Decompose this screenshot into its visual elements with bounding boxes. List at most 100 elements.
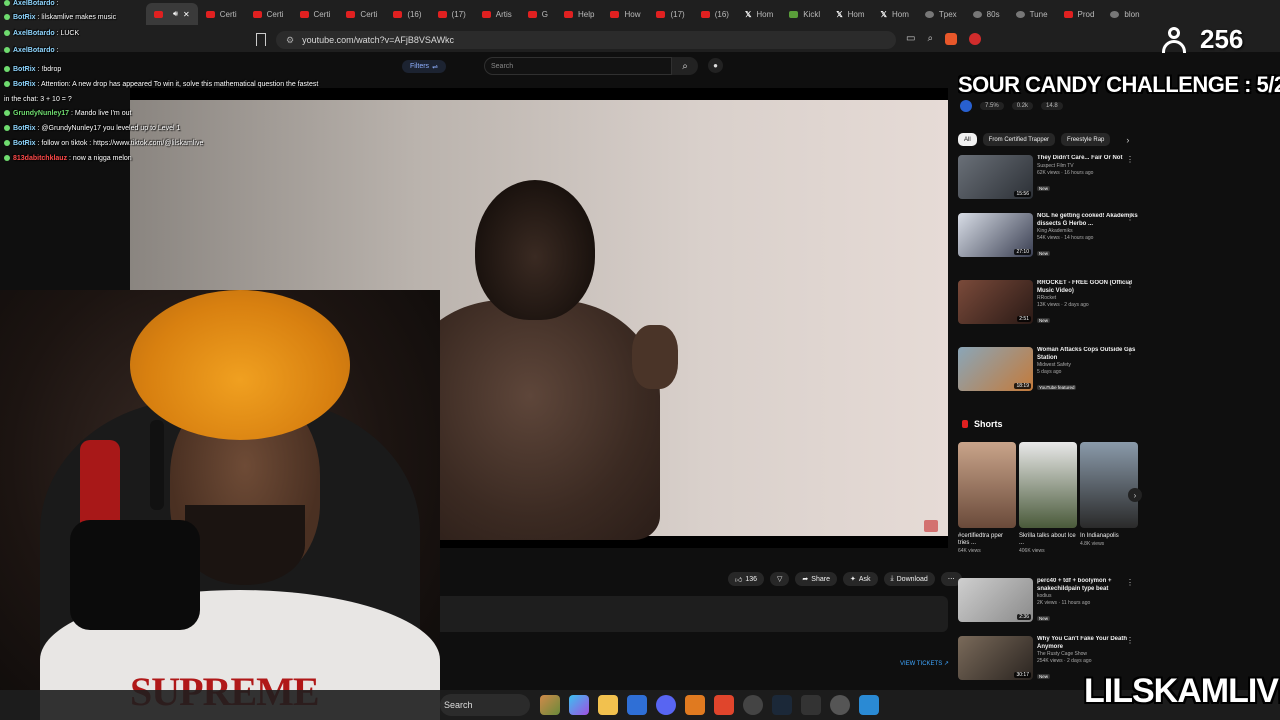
- download-button[interactable]: ⤓ Download: [883, 572, 935, 586]
- app-icon-2[interactable]: [801, 695, 821, 715]
- steam-icon[interactable]: [772, 695, 792, 715]
- app-icon[interactable]: [685, 695, 705, 715]
- more-vert-icon[interactable]: ⋮: [1126, 578, 1134, 587]
- chat-username[interactable]: BotRix: [13, 140, 36, 147]
- copilot-icon[interactable]: [569, 695, 589, 715]
- dislike-button[interactable]: ▽: [770, 572, 790, 586]
- video-title[interactable]: perc40 + tdf + boolymon + snakechildpain…: [1037, 578, 1138, 593]
- recommended-video[interactable]: 15:56 They Didn't Care... Fair Or Not Susp…: [958, 155, 1138, 199]
- short-title[interactable]: Skrilla talks about Ice ...: [1019, 533, 1077, 547]
- recommended-video[interactable]: 18:19 Woman Attacks Cops Outside Gas Stat…: [958, 347, 1138, 391]
- chat-username[interactable]: AxelBotardo: [13, 30, 55, 37]
- app-icon-3[interactable]: [830, 695, 850, 715]
- recommended-video[interactable]: 27:10 NGL he getting cooked! Akademiks di…: [958, 213, 1138, 257]
- browser-tab[interactable]: Certi: [245, 3, 292, 25]
- description-box[interactable]: [412, 596, 948, 632]
- browser-tab[interactable]: G: [520, 3, 556, 25]
- browser-tab[interactable]: 𝕏 Hom: [828, 3, 872, 25]
- zoom-icon[interactable]: ⌕: [927, 33, 933, 45]
- view-tickets-link[interactable]: VIEW TICKETS ↗: [900, 660, 949, 667]
- url-field[interactable]: ⚙ youtube.com/watch?v=AFjB8VSAWkc: [276, 31, 896, 49]
- video-title[interactable]: NGL he getting cooked! Akademiks dissect…: [1037, 213, 1138, 228]
- channel-name[interactable]: The Rusty Cage Show: [1037, 651, 1138, 658]
- share-button[interactable]: ➦ Share: [795, 572, 837, 586]
- browser-tab[interactable]: How: [602, 3, 648, 25]
- video-title[interactable]: Why You Can't Fake Your Death Anymore: [1037, 636, 1138, 651]
- chat-username[interactable]: BotRix: [13, 125, 36, 132]
- recommended-video[interactable]: 2:51 RROCKET - FREE GOON (Official Music …: [958, 280, 1138, 324]
- speaker-icon[interactable]: 🔊︎: [173, 9, 178, 19]
- store-icon[interactable]: [627, 695, 647, 715]
- chat-username[interactable]: AxelBotardo: [13, 0, 55, 7]
- close-icon[interactable]: ✕: [183, 10, 190, 19]
- file-explorer-icon[interactable]: [598, 695, 618, 715]
- like-button[interactable]: 👍︎ 136: [728, 572, 765, 586]
- filter-chip[interactable]: Freestyle Rap: [1061, 133, 1111, 146]
- more-vert-icon[interactable]: ⋮: [1126, 155, 1134, 164]
- bookmark-icon[interactable]: [256, 33, 266, 46]
- browser-tab[interactable]: Certi: [338, 3, 385, 25]
- browser-tab[interactable]: Kickl: [781, 3, 828, 25]
- brave-shield-icon[interactable]: [945, 33, 958, 45]
- browser-tab[interactable]: Help: [556, 3, 602, 25]
- more-vert-icon[interactable]: ⋮: [1126, 636, 1134, 645]
- more-vert-icon[interactable]: ⋮: [1126, 213, 1134, 222]
- channel-name[interactable]: Midwest Safety: [1037, 362, 1138, 369]
- channel-name[interactable]: RRocket: [1037, 295, 1138, 302]
- video-thumbnail[interactable]: 18:19: [958, 347, 1033, 391]
- video-thumbnail[interactable]: 30:17: [958, 636, 1033, 680]
- site-info-icon[interactable]: ⚙: [286, 35, 294, 46]
- browser-tab[interactable]: Prod: [1056, 3, 1103, 25]
- browser-tab[interactable]: Certi: [198, 3, 245, 25]
- paint-icon[interactable]: [540, 695, 560, 715]
- more-vert-icon[interactable]: ⋮: [1126, 280, 1134, 289]
- chat-username[interactable]: BotRix: [13, 81, 36, 88]
- rewards-icon[interactable]: [969, 33, 982, 45]
- browser-tab[interactable]: Tune: [1008, 3, 1056, 25]
- recommended-video[interactable]: 2:36 perc40 + tdf + boolymon + snakechild…: [958, 578, 1138, 622]
- app-icon-4[interactable]: [859, 695, 879, 715]
- video-title[interactable]: They Didn't Care... Fair Or Not: [1037, 155, 1138, 163]
- chat-username[interactable]: BotRix: [13, 66, 36, 73]
- browser-tab[interactable]: Certi: [292, 3, 339, 25]
- video-title[interactable]: Woman Attacks Cops Outside Gas Station: [1037, 347, 1138, 362]
- brave-icon[interactable]: [714, 695, 734, 715]
- filter-chip[interactable]: All: [958, 133, 977, 146]
- browser-tab[interactable]: 𝕏 Hom: [873, 3, 917, 25]
- chevron-right-icon[interactable]: ›: [1126, 135, 1129, 145]
- chat-username[interactable]: 813dabitchklauz: [13, 155, 67, 162]
- shorts-next-button[interactable]: ›: [1128, 488, 1142, 502]
- video-title[interactable]: RROCKET - FREE GOON (Official Music Vide…: [1037, 280, 1138, 295]
- browser-tab[interactable]: 80s: [965, 3, 1008, 25]
- video-thumbnail[interactable]: 27:10: [958, 213, 1033, 257]
- browser-tab[interactable]: blon: [1102, 3, 1147, 25]
- browser-tab[interactable]: (17): [648, 3, 692, 25]
- short-title[interactable]: #certifiedtra pper tries ...: [958, 533, 1016, 547]
- video-thumbnail[interactable]: 15:56: [958, 155, 1033, 199]
- channel-name[interactable]: King Akademiks: [1037, 228, 1138, 235]
- browser-tab[interactable]: (16): [693, 3, 737, 25]
- player-overlay-icon[interactable]: [924, 520, 938, 532]
- ask-button[interactable]: ✦ Ask: [842, 572, 878, 586]
- browser-tab[interactable]: Tpex: [917, 3, 965, 25]
- video-thumbnail[interactable]: 2:36: [958, 578, 1033, 622]
- filters-button[interactable]: Filters ⇌: [402, 60, 446, 73]
- browser-tab[interactable]: (17): [430, 3, 474, 25]
- short-title[interactable]: In Indianapolis: [1080, 533, 1138, 540]
- short-thumbnail[interactable]: [1080, 442, 1138, 528]
- browser-tab[interactable]: 🔊︎ ✕: [146, 3, 198, 25]
- short-thumbnail[interactable]: [958, 442, 1016, 528]
- channel-name[interactable]: kodius: [1037, 593, 1138, 600]
- chat-username[interactable]: AxelBotardo: [13, 47, 55, 54]
- search-button[interactable]: ⌕: [672, 57, 698, 75]
- more-vert-icon[interactable]: ⋮: [1126, 347, 1134, 356]
- chat-username[interactable]: BotRix: [13, 14, 36, 21]
- short-video[interactable]: Skrilla talks about Ice ... 406K views: [1019, 442, 1077, 554]
- video-thumbnail[interactable]: 2:51: [958, 280, 1033, 324]
- short-thumbnail[interactable]: [1019, 442, 1077, 528]
- browser-tab[interactable]: 𝕏 Hom: [737, 3, 781, 25]
- cast-icon[interactable]: ▭: [906, 33, 915, 45]
- browser-tab[interactable]: Artis: [474, 3, 520, 25]
- taskbar-search[interactable]: Search: [440, 694, 530, 716]
- browser-tab[interactable]: (16): [385, 3, 429, 25]
